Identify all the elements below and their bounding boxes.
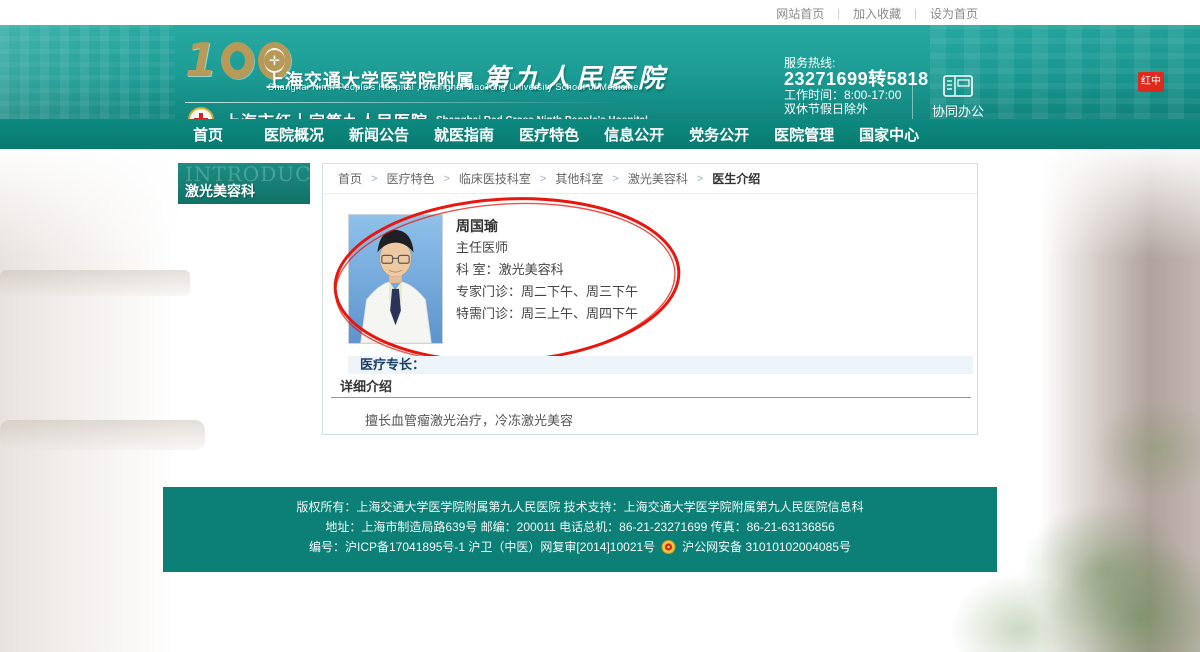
link-site-home[interactable]: 网站首页 (776, 5, 824, 22)
link-set-homepage[interactable]: 设为首页 (930, 5, 978, 22)
footer-copyright: 版权所有：上海交通大学医学院附属第九人民医院 技术支持：上海交通大学医学院附属第… (163, 497, 997, 517)
background-column-molding (0, 270, 190, 296)
doctor-portrait-photo (348, 214, 443, 344)
red-cross-icon (188, 107, 214, 119)
logo-digit-1: 1 (185, 38, 217, 82)
breadcrumb-laser-cosmetology[interactable]: 激光美容科 (628, 164, 688, 194)
logo-zero-ring (221, 42, 254, 79)
breadcrumb-separator: > (371, 164, 377, 194)
nav-item-visit-guide[interactable]: 就医指南 (434, 124, 494, 145)
oa-label: 协同办公 (928, 101, 988, 119)
redcross-hospital-name: 上海市红十字第九人民医院 (224, 108, 428, 119)
header-divider (185, 102, 625, 103)
nav-item-medical-features[interactable]: 医疗特色 (519, 124, 579, 145)
sidebar-title-english: INTRODUCE (185, 164, 303, 185)
topbar-links: 网站首页 | 加入收藏 | 设为首页 (776, 5, 978, 22)
detail-intro-label: 详细介绍 (340, 376, 392, 395)
footer-address: 地址：上海市制造局路639号 邮编：200011 电话总机：86-21-2327… (163, 517, 997, 537)
hotline-number: 23271699转5818 (784, 70, 929, 88)
footer-icp-number: 编号：沪ICP备17041895号-1 沪卫（中医）网复审[2014]10021… (309, 537, 655, 557)
nav-item-hospital-overview[interactable]: 医院概况 (264, 124, 324, 145)
link-add-favorite[interactable]: 加入收藏 (853, 5, 901, 22)
background-column-pedestal (0, 420, 205, 450)
breadcrumb-home[interactable]: 首页 (338, 164, 362, 194)
topbar-separator: | (837, 8, 840, 20)
work-time: 工作时间：8:00-17:00 (784, 88, 929, 102)
breadcrumb: 首页 > 医疗特色 > 临床医技科室 > 其他科室 > 激光美容科 > 医生介绍 (323, 164, 977, 194)
breadcrumb-medical-features[interactable]: 医疗特色 (386, 164, 434, 194)
breadcrumb-separator: > (697, 164, 703, 194)
service-hotline-block: 服务热线: 23271699转5818 工作时间：8:00-17:00 双休节假… (784, 56, 929, 116)
breadcrumb-doctor-intro: 医生介绍 (712, 164, 760, 194)
top-utility-bar: 网站首页 | 加入收藏 | 设为首页 (0, 0, 1200, 25)
breadcrumb-other-departments[interactable]: 其他科室 (555, 164, 603, 194)
main-navigation: 首页 医院概况 新闻公告 就医指南 医疗特色 信息公开 党务公开 医院管理 国家… (0, 119, 1200, 149)
doctor-special-clinic: 特需门诊：周三上午、周四下午 (456, 303, 638, 325)
hotline-label: 服务热线: (784, 56, 929, 70)
nav-item-national-center[interactable]: 国家中心 (859, 124, 919, 145)
nav-item-party-affairs[interactable]: 党务公开 (689, 124, 749, 145)
doctor-expert-clinic: 专家门诊：周二下午、周三下午 (456, 281, 638, 303)
breadcrumb-clinical-departments[interactable]: 临床医技科室 (459, 164, 531, 194)
topbar-separator: | (914, 8, 917, 20)
footer-security-record-link[interactable]: 沪公网安备 31010102004085号 (682, 537, 851, 557)
doctor-name: 周国瑜 (456, 215, 638, 237)
site-header: 1 ✛ 上海交通大学医学院附属第九人民医院 Shanghai Ninth Peo… (0, 25, 1200, 119)
police-badge-icon (661, 539, 676, 555)
medical-specialty-bar: 医疗专长： (348, 356, 973, 374)
header-building-photo-left (0, 25, 175, 119)
work-time-note: 双休节假日除外 (784, 102, 929, 116)
header-vertical-divider (912, 73, 913, 119)
sidebar-section-box: INTRODUCE 激光美容科 (178, 163, 310, 204)
nav-item-home[interactable]: 首页 (193, 124, 223, 145)
breadcrumb-separator: > (612, 164, 618, 194)
redcross-row: 上海市红十字第九人民医院 Shanghai Red Cross Ninth Pe… (188, 107, 648, 119)
content-panel: 首页 > 医疗特色 > 临床医技科室 > 其他科室 > 激光美容科 > 医生介绍 (322, 163, 978, 435)
nav-item-news[interactable]: 新闻公告 (349, 124, 409, 145)
red-badge[interactable]: 红中 (1138, 72, 1164, 92)
site-footer: 版权所有：上海交通大学医学院附属第九人民医院 技术支持：上海交通大学医学院附属第… (163, 487, 997, 572)
doctor-info: 周国瑜 主任医师 科 室：激光美容科 专家门诊：周二下午、周三下午 特需门诊：周… (456, 215, 638, 325)
orange-divider (331, 397, 971, 398)
doctor-title: 主任医师 (456, 237, 638, 259)
breadcrumb-separator: > (443, 164, 449, 194)
office-window-icon (943, 75, 973, 97)
breadcrumb-separator: > (540, 164, 546, 194)
nav-item-info-disclosure[interactable]: 信息公开 (604, 124, 664, 145)
collaborative-office-link[interactable]: 协同办公 (928, 75, 988, 119)
doctor-department: 科 室：激光美容科 (456, 259, 638, 281)
doctor-specialty-description: 擅长血管瘤激光治疗，冷冻激光美容 (365, 410, 573, 429)
nav-item-hospital-management[interactable]: 医院管理 (774, 124, 834, 145)
hospital-name-english: Shanghai Ninth People's Hospital , Shang… (268, 82, 639, 92)
